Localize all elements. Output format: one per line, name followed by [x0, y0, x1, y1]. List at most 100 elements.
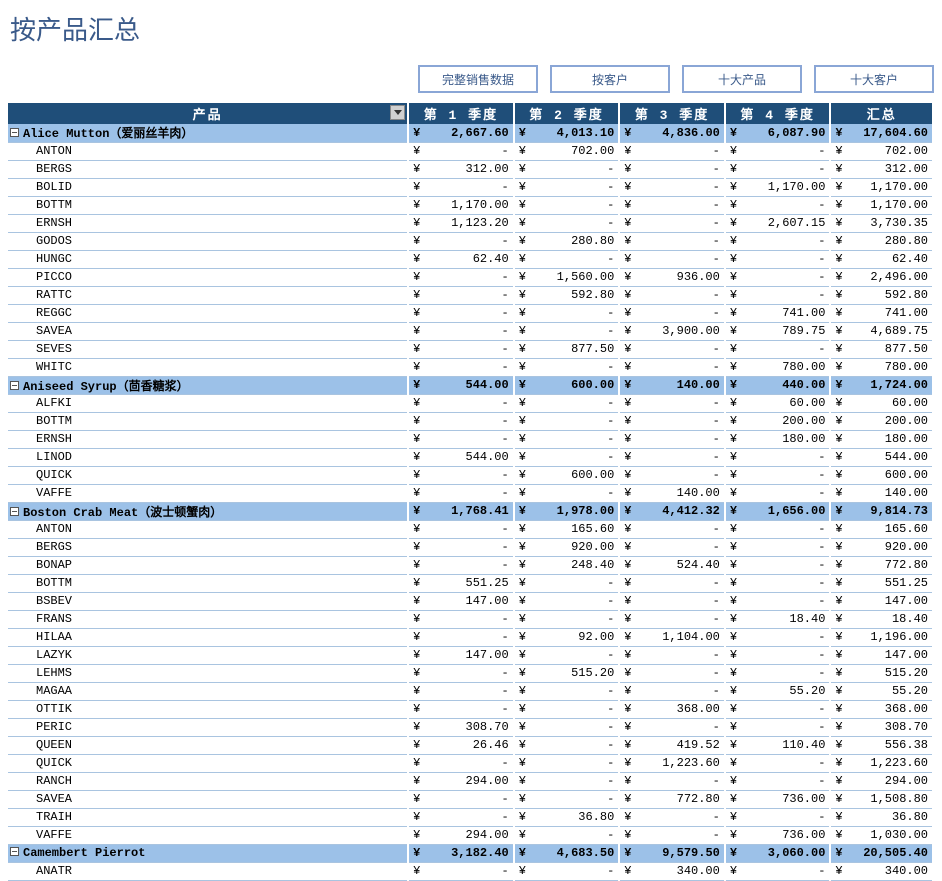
- value-cell: ¥180.00: [830, 430, 932, 448]
- value-cell: ¥-: [408, 322, 514, 340]
- value-cell: ¥-: [408, 466, 514, 484]
- row-label: SAVEA: [8, 790, 408, 808]
- row-label: TRAIH: [8, 808, 408, 826]
- value-cell: ¥-: [619, 358, 725, 376]
- value-cell: ¥36.80: [830, 808, 932, 826]
- value-cell: ¥4,412.32: [619, 502, 725, 520]
- value-cell: ¥-: [514, 484, 620, 502]
- row-label: ALFKI: [8, 394, 408, 412]
- value-cell: ¥-: [514, 682, 620, 700]
- value-cell: ¥1,978.00: [514, 502, 620, 520]
- detail-row: BERGS¥312.00¥-¥-¥-¥312.00: [8, 160, 932, 178]
- value-cell: ¥-: [619, 412, 725, 430]
- value-cell: ¥600.00: [830, 466, 932, 484]
- detail-row: BOTTM¥-¥-¥-¥200.00¥200.00: [8, 412, 932, 430]
- value-cell: ¥1,223.60: [619, 754, 725, 772]
- value-cell: ¥-: [408, 268, 514, 286]
- value-cell: ¥26.46: [408, 736, 514, 754]
- nav-top10-products[interactable]: 十大产品: [682, 65, 802, 93]
- value-cell: ¥-: [408, 538, 514, 556]
- value-cell: ¥920.00: [514, 538, 620, 556]
- value-cell: ¥-: [619, 394, 725, 412]
- collapse-icon[interactable]: [10, 507, 19, 516]
- value-cell: ¥18.40: [725, 610, 831, 628]
- row-label: BOTTM: [8, 196, 408, 214]
- value-cell: ¥-: [619, 448, 725, 466]
- collapse-icon[interactable]: [10, 128, 19, 137]
- value-cell: ¥524.40: [619, 556, 725, 574]
- detail-row: BOLID¥-¥-¥-¥1,170.00¥1,170.00: [8, 178, 932, 196]
- value-cell: ¥-: [619, 718, 725, 736]
- row-label: BOLID: [8, 178, 408, 196]
- value-cell: ¥-: [725, 142, 831, 160]
- value-cell: ¥-: [408, 178, 514, 196]
- value-cell: ¥280.80: [830, 232, 932, 250]
- row-label[interactable]: Boston Crab Meat（波士顿蟹肉）: [8, 502, 408, 520]
- collapse-icon[interactable]: [10, 381, 19, 390]
- value-cell: ¥-: [514, 754, 620, 772]
- value-cell: ¥-: [725, 232, 831, 250]
- row-label: ERNSH: [8, 214, 408, 232]
- detail-row: HILAA¥-¥92.00¥1,104.00¥-¥1,196.00: [8, 628, 932, 646]
- value-cell: ¥-: [619, 430, 725, 448]
- detail-row: WHITC¥-¥-¥-¥780.00¥780.00: [8, 358, 932, 376]
- value-cell: ¥200.00: [725, 412, 831, 430]
- value-cell: ¥55.20: [725, 682, 831, 700]
- value-cell: ¥-: [725, 196, 831, 214]
- value-cell: ¥-: [514, 448, 620, 466]
- value-cell: ¥592.80: [830, 286, 932, 304]
- value-cell: ¥-: [408, 142, 514, 160]
- row-label: RATTC: [8, 286, 408, 304]
- detail-row: LEHMS¥-¥515.20¥-¥-¥515.20: [8, 664, 932, 682]
- value-cell: ¥-: [408, 232, 514, 250]
- value-cell: ¥-: [619, 646, 725, 664]
- detail-row: VAFFE¥294.00¥-¥-¥736.00¥1,030.00: [8, 826, 932, 844]
- value-cell: ¥1,030.00: [830, 826, 932, 844]
- nav-full-sales-data[interactable]: 完整销售数据: [418, 65, 538, 93]
- value-cell: ¥9,814.73: [830, 502, 932, 520]
- value-cell: ¥-: [619, 592, 725, 610]
- row-label[interactable]: Aniseed Syrup（茴香糖浆）: [8, 376, 408, 394]
- value-cell: ¥4,836.00: [619, 124, 725, 142]
- detail-row: BOTTM¥551.25¥-¥-¥-¥551.25: [8, 574, 932, 592]
- value-cell: ¥419.52: [619, 736, 725, 754]
- value-cell: ¥-: [514, 196, 620, 214]
- value-cell: ¥4,013.10: [514, 124, 620, 142]
- value-cell: ¥312.00: [408, 160, 514, 178]
- filter-dropdown-icon[interactable]: [390, 105, 405, 120]
- row-label[interactable]: Alice Mutton（爱丽丝羊肉）: [8, 124, 408, 142]
- value-cell: ¥-: [408, 430, 514, 448]
- value-cell: ¥1,170.00: [830, 196, 932, 214]
- detail-row: LINOD¥544.00¥-¥-¥-¥544.00: [8, 448, 932, 466]
- value-cell: ¥368.00: [830, 700, 932, 718]
- value-cell: ¥-: [408, 628, 514, 646]
- row-label[interactable]: Camembert Pierrot: [8, 844, 408, 862]
- value-cell: ¥-: [725, 700, 831, 718]
- row-label: PICCO: [8, 268, 408, 286]
- detail-row: ANTON¥-¥165.60¥-¥-¥165.60: [8, 520, 932, 538]
- nav-by-customer[interactable]: 按客户: [550, 65, 670, 93]
- detail-row: BONAP¥-¥248.40¥524.40¥-¥772.80: [8, 556, 932, 574]
- nav-top10-customers[interactable]: 十大客户: [814, 65, 934, 93]
- value-cell: ¥-: [514, 358, 620, 376]
- value-cell: ¥-: [725, 718, 831, 736]
- value-cell: ¥147.00: [830, 646, 932, 664]
- value-cell: ¥600.00: [514, 466, 620, 484]
- value-cell: ¥1,170.00: [830, 178, 932, 196]
- value-cell: ¥-: [725, 772, 831, 790]
- collapse-icon[interactable]: [10, 847, 19, 856]
- group-row: Camembert Pierrot¥3,182.40¥4,683.50¥9,57…: [8, 844, 932, 862]
- value-cell: ¥-: [514, 160, 620, 178]
- group-row: Alice Mutton（爱丽丝羊肉）¥2,667.60¥4,013.10¥4,…: [8, 124, 932, 142]
- value-cell: ¥600.00: [514, 376, 620, 394]
- value-cell: ¥294.00: [408, 826, 514, 844]
- value-cell: ¥-: [408, 520, 514, 538]
- value-cell: ¥-: [514, 862, 620, 880]
- row-label: ERNSH: [8, 430, 408, 448]
- value-cell: ¥60.00: [830, 394, 932, 412]
- value-cell: ¥9,579.50: [619, 844, 725, 862]
- detail-row: GODOS¥-¥280.80¥-¥-¥280.80: [8, 232, 932, 250]
- value-cell: ¥-: [408, 664, 514, 682]
- value-cell: ¥62.40: [830, 250, 932, 268]
- value-cell: ¥1,104.00: [619, 628, 725, 646]
